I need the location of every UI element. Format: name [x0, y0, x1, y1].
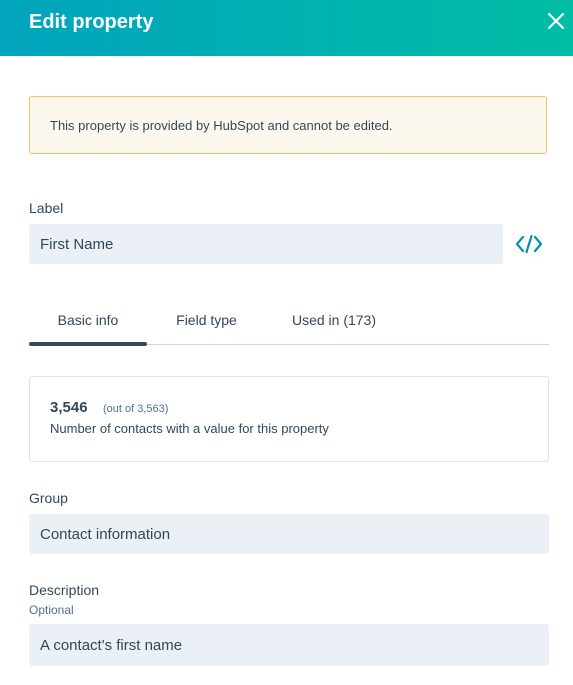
active-tab-indicator [29, 342, 147, 346]
panel-header: Edit property [0, 0, 573, 56]
label-input[interactable] [29, 224, 503, 264]
panel-title: Edit property [29, 11, 154, 33]
group-field-label: Group [29, 490, 68, 506]
label-field-label: Label [29, 200, 64, 216]
tab-used-in[interactable]: Used in (173) [279, 300, 389, 346]
description-input[interactable] [29, 624, 549, 666]
description-field-label: Description [29, 582, 100, 598]
filled-count: 3,546 [50, 399, 88, 416]
tab-field-type[interactable]: Field type [159, 300, 254, 346]
group-input[interactable] [29, 514, 549, 554]
tab-basic-info[interactable]: Basic info [29, 300, 147, 346]
close-icon [547, 12, 565, 30]
close-button[interactable] [541, 6, 571, 36]
fill-rate-description: Number of contacts with a value for this… [50, 421, 329, 436]
read-only-notice: This property is provided by HubSpot and… [29, 96, 547, 154]
property-tabs: Basic info Field type Used in (173) [29, 300, 549, 346]
fill-rate-card: 3,546 (out of 3,563) Number of contacts … [29, 376, 549, 462]
code-icon [515, 234, 543, 254]
total-count: (out of 3,563) [103, 403, 169, 415]
optional-hint: Optional [29, 603, 74, 617]
personalization-token-button[interactable] [514, 232, 544, 256]
notice-text: This property is provided by HubSpot and… [50, 118, 393, 133]
